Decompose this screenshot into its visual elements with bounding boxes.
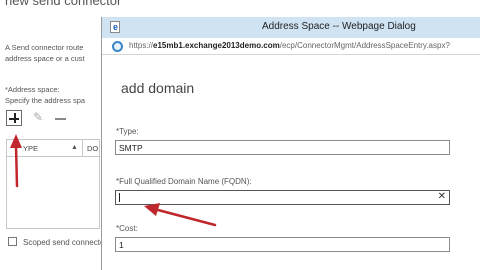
description-line: A Send connector route bbox=[5, 43, 84, 52]
add-button[interactable] bbox=[6, 110, 22, 126]
dialog-url: https://e15mb1.exchange2013demo.com/ecp/… bbox=[129, 41, 450, 50]
fqdn-label: *Full Qualified Domain Name (FQDN): bbox=[116, 177, 252, 186]
address-space-toolbar: ✎ bbox=[6, 110, 96, 128]
cost-label: *Cost: bbox=[116, 224, 138, 233]
dialog-heading: add domain bbox=[121, 80, 195, 96]
type-field[interactable]: SMTP bbox=[115, 140, 450, 155]
cost-field[interactable]: 1 bbox=[115, 237, 450, 252]
scoped-checkbox[interactable] bbox=[8, 237, 17, 246]
sort-ascending-icon: ▲ bbox=[71, 144, 78, 151]
minus-icon[interactable] bbox=[55, 118, 66, 120]
connector-description: A Send connector route address space or … bbox=[5, 42, 85, 64]
ie-page-icon: e bbox=[110, 21, 120, 33]
scoped-connector-option: Scoped send connector bbox=[8, 237, 107, 247]
dialog-title: Address Space -- Webpage Dialog bbox=[262, 21, 416, 32]
column-divider bbox=[82, 140, 83, 156]
address-space-hint: Specify the address spa bbox=[5, 96, 86, 105]
column-header-type[interactable]: YPE bbox=[23, 144, 38, 153]
ie-globe-icon bbox=[112, 41, 123, 52]
page-title: new send connector bbox=[5, 0, 122, 8]
pencil-icon[interactable]: ✎ bbox=[33, 110, 43, 124]
address-space-grid: YPE ▲ DO bbox=[6, 139, 100, 229]
grid-header: YPE ▲ DO bbox=[7, 140, 99, 157]
dialog-titlebar: e Address Space -- Webpage Dialog bbox=[102, 17, 480, 38]
scoped-label: Scoped send connector bbox=[23, 238, 108, 247]
column-header-domain[interactable]: DO bbox=[87, 144, 98, 153]
cost-value: 1 bbox=[119, 240, 124, 250]
type-label: *Type: bbox=[116, 127, 139, 136]
type-value: SMTP bbox=[119, 143, 143, 153]
text-caret bbox=[119, 193, 120, 202]
dialog-address-bar: https://e15mb1.exchange2013demo.com/ecp/… bbox=[102, 38, 480, 55]
address-space-label: *Address space: bbox=[5, 85, 60, 94]
fqdn-input[interactable]: ✕ bbox=[115, 190, 450, 205]
description-line: address space or a cust bbox=[5, 54, 85, 63]
clear-icon[interactable]: ✕ bbox=[438, 191, 446, 202]
address-space-dialog: e Address Space -- Webpage Dialog https:… bbox=[101, 17, 480, 270]
